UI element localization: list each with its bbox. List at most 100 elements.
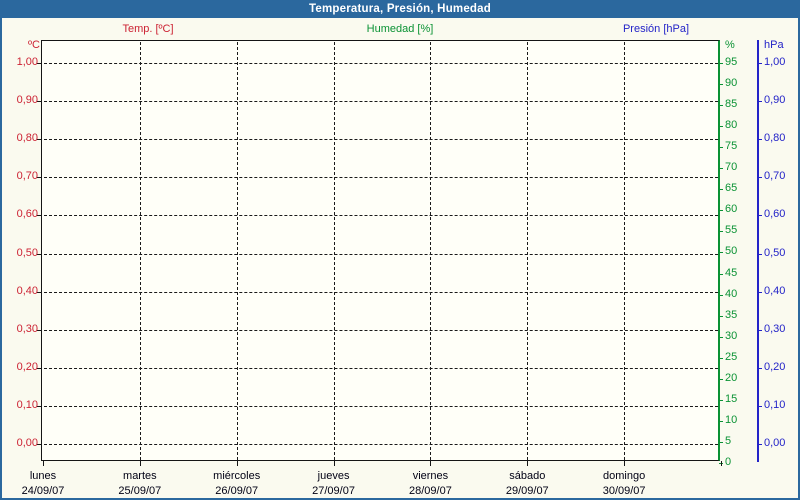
humidity-axis-label: 25 (725, 350, 738, 363)
temperature-axis-label: 0,80 (16, 132, 38, 145)
humidity-axis-label: 75 (725, 140, 738, 153)
date-axis-tick (139, 461, 141, 466)
humidity-axis-label: 70 (725, 161, 738, 174)
legend-pressure: Presión [hPa] (622, 23, 690, 35)
humidity-axis-label: 65 (725, 182, 738, 195)
gridline-horizontal (44, 329, 718, 331)
pressure-axis-label: 0,20 (764, 360, 786, 373)
date-axis-tick (236, 461, 238, 466)
pressure-axis-label: 0,30 (764, 322, 786, 335)
humidity-axis-label: 35 (725, 308, 738, 321)
temperature-axis-label: 0,00 (16, 437, 38, 449)
humidity-axis-label: 40 (725, 287, 738, 300)
pressure-axis-label: 0,80 (764, 132, 786, 145)
pressure-axis-unit: hPa (764, 39, 784, 51)
gridline-horizontal (44, 444, 718, 445)
humidity-axis-label: 45 (725, 266, 738, 279)
temperature-axis-label: 0,20 (16, 360, 38, 373)
date-axis-tick (527, 461, 529, 466)
date-axis-tick (624, 461, 626, 466)
pressure-axis-tick (758, 253, 762, 255)
pressure-axis-tick (758, 291, 762, 293)
pressure-axis-label: 0,00 (764, 437, 786, 449)
humidity-axis-tick (719, 189, 723, 191)
humidity-axis-tick (719, 273, 723, 275)
temperature-axis-unit: ºC (28, 39, 40, 51)
pressure-axis-label: 1,00 (764, 56, 786, 68)
pressure-axis-tick (758, 139, 762, 141)
humidity-axis-label: 80 (725, 119, 738, 132)
temperature-axis-label: 0,30 (16, 322, 38, 335)
humidity-axis-tick (719, 63, 723, 64)
humidity-axis-label: 0 (725, 456, 732, 468)
humidity-axis-label: 20 (725, 371, 738, 384)
pressure-axis-tick (758, 177, 762, 179)
gridline-horizontal (44, 101, 718, 103)
humidity-axis-tick (719, 378, 723, 380)
gridline-horizontal (44, 177, 718, 179)
date-axis-tick (721, 461, 722, 466)
pressure-axis-tick (758, 329, 762, 331)
weather-chart-window: Temperatura, Presión, Humedad Temp. [ºC]… (0, 0, 800, 500)
window-title: Temperatura, Presión, Humedad (309, 3, 491, 15)
humidity-axis-label: 90 (725, 77, 738, 90)
pressure-axis-tick (758, 215, 762, 217)
temperature-axis-label: 0,90 (16, 94, 38, 107)
humidity-axis-tick (719, 357, 723, 359)
pressure-axis-tick (758, 367, 762, 369)
pressure-axis-tick (758, 63, 762, 64)
pressure-axis-tick (758, 405, 762, 407)
pressure-axis-label: 0,90 (764, 94, 786, 107)
gridline-horizontal (44, 139, 718, 141)
gridline-vertical (333, 42, 335, 460)
pressure-axis-label: 0,10 (764, 398, 786, 411)
gridline-vertical (236, 42, 238, 460)
humidity-axis-tick (719, 252, 723, 254)
humidity-axis-tick (719, 168, 723, 170)
humidity-axis-label: 55 (725, 224, 738, 237)
gridline-vertical (430, 42, 432, 460)
temperature-axis-label: 0,10 (16, 398, 38, 411)
gridline-horizontal (44, 367, 718, 369)
humidity-axis-label: 10 (725, 413, 738, 426)
humidity-axis-tick (719, 105, 723, 107)
pressure-axis-tick (758, 101, 762, 103)
humidity-axis-tick (719, 231, 723, 233)
humidity-axis-tick (719, 441, 723, 443)
humidity-axis-tick (719, 420, 723, 422)
humidity-axis-label: 5 (725, 434, 732, 447)
window-titlebar: Temperatura, Presión, Humedad (2, 2, 798, 18)
humidity-axis-tick (719, 210, 723, 212)
humidity-axis-label: 95 (725, 56, 738, 68)
temperature-axis-label: 0,70 (16, 170, 38, 183)
temperature-axis-label: 1,00 (16, 56, 38, 68)
humidity-axis-label: 30 (725, 329, 738, 342)
date-axis-tick (430, 461, 432, 466)
humidity-axis-label: 50 (725, 245, 738, 258)
gridline-horizontal (44, 291, 718, 293)
pressure-axis-tick (758, 444, 762, 445)
gridline-vertical (139, 42, 141, 460)
pressure-axis-label: 0,70 (764, 170, 786, 183)
temperature-axis-label: 0,40 (16, 284, 38, 297)
humidity-axis-unit: % (725, 39, 735, 51)
legend-temperature: Temp. [ºC] (122, 23, 174, 35)
humidity-axis-tick (719, 315, 723, 317)
gridline-horizontal (44, 63, 718, 64)
date-axis-tick (333, 461, 335, 466)
humidity-axis-label: 85 (725, 98, 738, 111)
humidity-axis-tick (719, 147, 723, 149)
legend-humidity: Humedad [%] (366, 23, 434, 35)
humidity-axis-tick (719, 336, 723, 338)
pressure-axis-label: 0,60 (764, 208, 786, 221)
temperature-axis-label: 0,50 (16, 246, 38, 259)
pressure-axis-label: 0,50 (764, 246, 786, 259)
gridline-vertical (624, 42, 626, 460)
humidity-axis-tick (719, 294, 723, 296)
humidity-axis-label: 60 (725, 203, 738, 216)
humidity-axis-tick (719, 399, 723, 401)
gridline-horizontal (44, 215, 718, 217)
date-label: 30/09/07 (602, 485, 646, 497)
humidity-axis-tick (719, 126, 723, 128)
gridline-horizontal (44, 253, 718, 255)
